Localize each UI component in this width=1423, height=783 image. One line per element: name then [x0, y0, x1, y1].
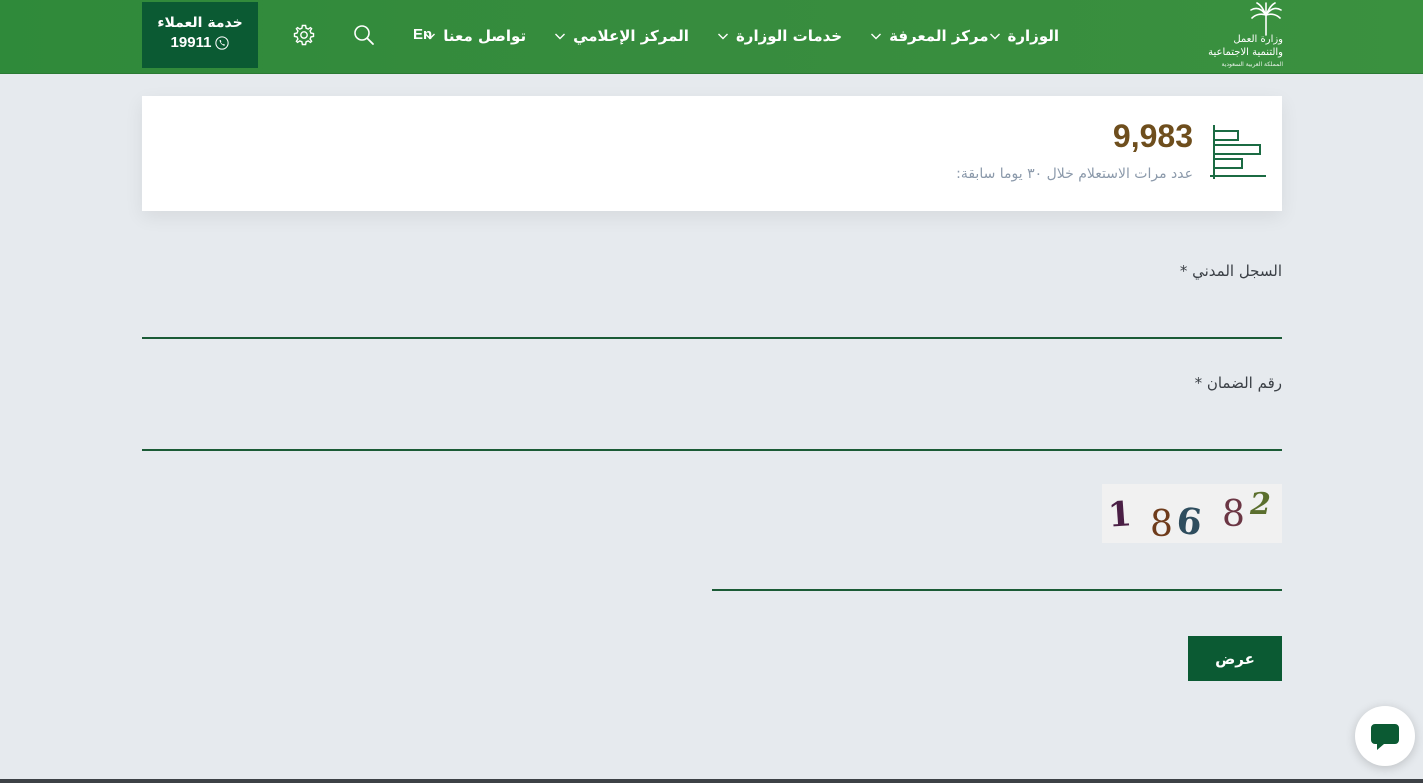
- phone-icon: [215, 35, 230, 50]
- captcha-digit: 6: [1175, 500, 1204, 543]
- main-nav: الوزارة مركز المعرفة خدمات الوزارة المرك…: [396, 24, 1059, 48]
- civil-record-label: السجل المدني *: [1179, 262, 1282, 280]
- site-header: وزارة العمل والتنمية الاجتماعية المملكة …: [0, 0, 1423, 74]
- customer-service-button[interactable]: خدمة العملاء 19911: [142, 2, 258, 68]
- logo-text-line2: والتنمية الاجتماعية: [1208, 47, 1283, 58]
- nav-label: الوزارة: [1007, 27, 1059, 45]
- captcha-digit: 8: [1150, 504, 1173, 543]
- captcha-input[interactable]: [712, 555, 1282, 591]
- logo-text-line3: المملكة العربية السعودية: [1221, 61, 1283, 68]
- ministry-logo[interactable]: وزارة العمل والتنمية الاجتماعية المملكة …: [1197, 2, 1283, 70]
- nav-item-knowledge-center[interactable]: مركز المعرفة: [870, 27, 989, 45]
- chevron-down-icon: [717, 30, 729, 42]
- nav-item-contact-us[interactable]: تواصل معنا: [424, 27, 526, 45]
- chevron-down-icon: [989, 30, 1001, 42]
- nav-label: مركز المعرفة: [889, 27, 989, 45]
- usage-stats-card: 9,983 عدد مرات الاستعلام خلال ٣٠ يوما سا…: [142, 96, 1282, 211]
- language-toggle[interactable]: En: [413, 26, 432, 43]
- settings-button[interactable]: [292, 23, 316, 47]
- gear-icon: [293, 24, 315, 46]
- captcha-digit: 2: [1249, 487, 1271, 522]
- captcha-digit: 8: [1222, 494, 1245, 535]
- bottom-strip: [0, 779, 1423, 783]
- nav-label: خدمات الوزارة: [735, 27, 843, 45]
- logo-text-line1: وزارة العمل: [1233, 34, 1283, 45]
- nav-item-media-center[interactable]: المركز الإعلامي: [554, 27, 689, 45]
- captcha-digit: 1: [1107, 494, 1133, 536]
- nav-label: المركز الإعلامي: [573, 27, 689, 45]
- search-button[interactable]: [352, 23, 376, 47]
- submit-button[interactable]: عرض: [1188, 636, 1282, 681]
- civil-record-input[interactable]: [142, 303, 1282, 339]
- social-security-input[interactable]: [142, 415, 1282, 451]
- bar-chart-icon: [1210, 125, 1266, 179]
- usage-count: 9,983: [1112, 118, 1193, 154]
- chevron-down-icon: [870, 30, 882, 42]
- nav-item-ministry-services[interactable]: خدمات الوزارة: [717, 27, 842, 45]
- customer-service-title: خدمة العملاء: [157, 15, 243, 31]
- search-icon: [354, 25, 374, 45]
- nav-item-ministry[interactable]: الوزارة: [989, 27, 1059, 45]
- usage-count-label: عدد مرات الاستعلام خلال ٣٠ يوما سابقة:: [956, 166, 1193, 182]
- chat-bubble-icon: [1371, 724, 1399, 750]
- nav-label: تواصل معنا: [443, 27, 527, 45]
- customer-service-number: 19911: [170, 34, 212, 51]
- captcha-image: 1 8 6 8 2: [1102, 484, 1282, 545]
- chat-button[interactable]: [1355, 706, 1415, 766]
- social-security-label: رقم الضمان *: [1194, 374, 1282, 392]
- palm-logo-icon: [1250, 2, 1282, 36]
- chevron-down-icon: [554, 30, 566, 42]
